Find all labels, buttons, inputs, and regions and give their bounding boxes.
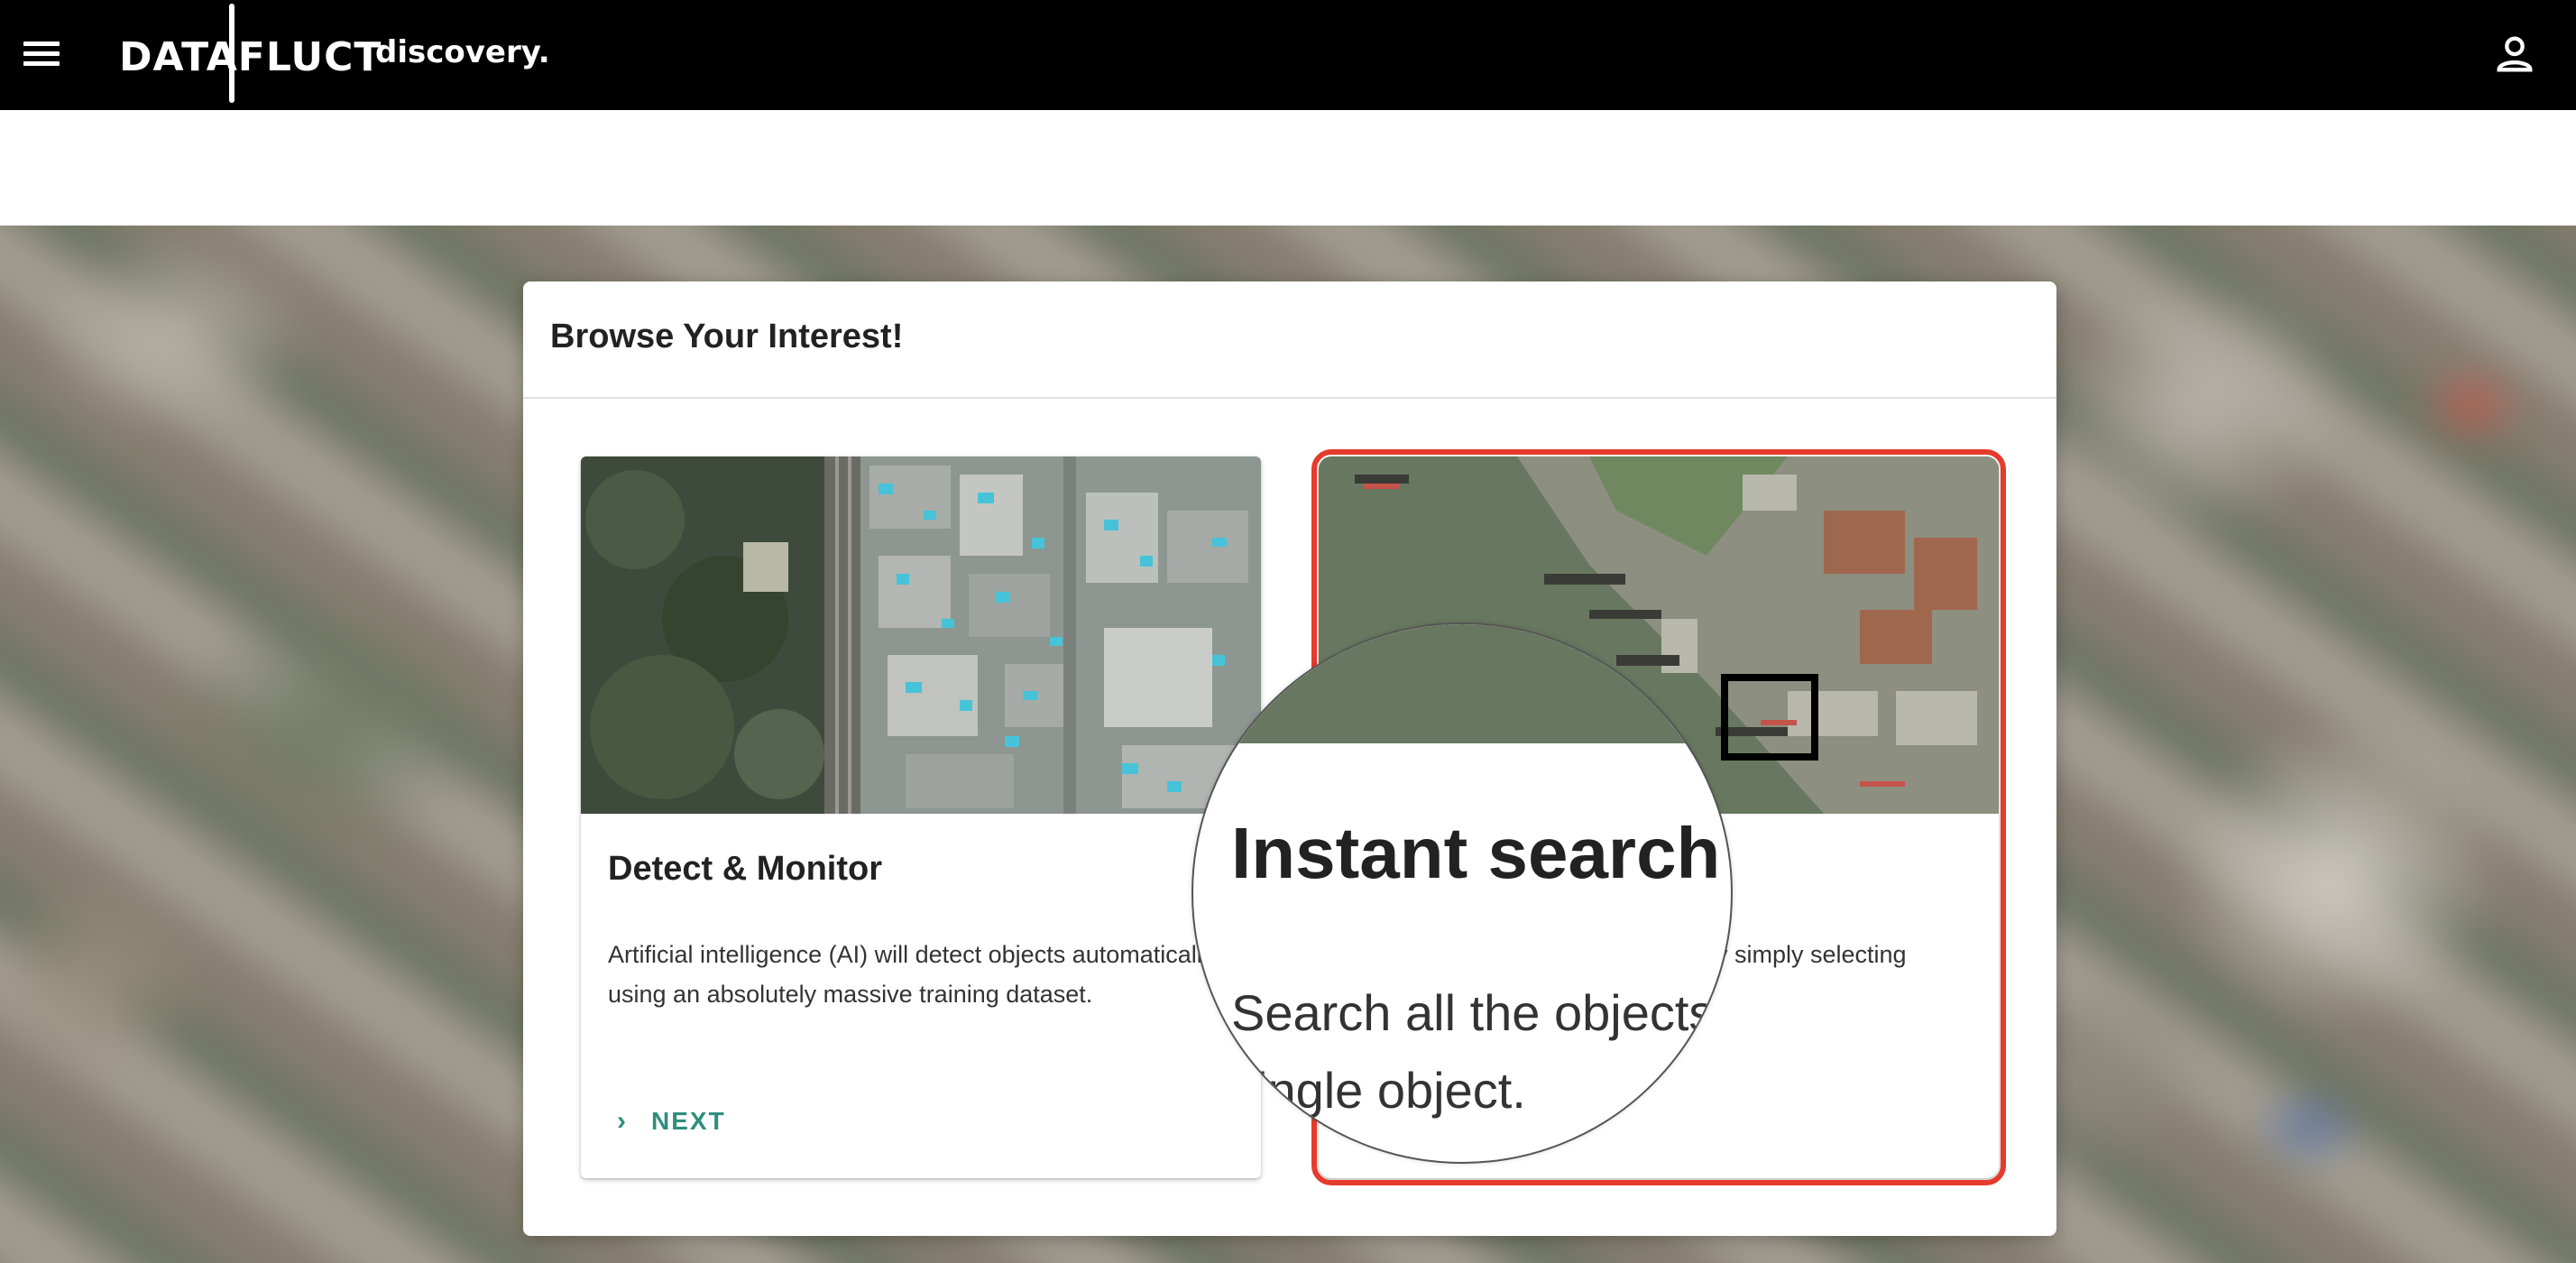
app-bar: DATAFLUCT discovery. [0,0,2576,110]
card-description: y simply selecting [1716,941,1907,968]
dialog-title: Browse Your Interest! [550,318,904,355]
chevron-right-icon: › [617,1106,628,1136]
magnified-text-line: Search all the objects [1231,984,1715,1041]
magnifier-lens: Instant search Search all the objects in… [1191,622,1733,1164]
aerial-city-image [581,456,1261,814]
magnified-image [1193,624,1731,743]
menu-icon[interactable] [20,36,63,72]
logo-wordmark: DATAFLUCT [119,34,382,80]
next-label: NEXT [651,1107,726,1135]
magnified-text-line: ingle object. [1256,1062,1526,1119]
logo-stroke [229,4,235,103]
card-description: Artificial intelligence (AI) will detect… [608,941,1215,1008]
card-title: Detect & Monitor [608,850,882,888]
logo-subtitle: discovery. [375,34,550,70]
magnified-title: Instant search [1231,813,1721,893]
sub-toolbar [0,110,2576,226]
next-button[interactable]: › NEXT [617,1106,726,1137]
person-icon[interactable] [2491,31,2538,78]
detect-monitor-card[interactable]: Detect & Monitor Artificial intelligence… [581,456,1261,1178]
divider [523,397,2056,399]
